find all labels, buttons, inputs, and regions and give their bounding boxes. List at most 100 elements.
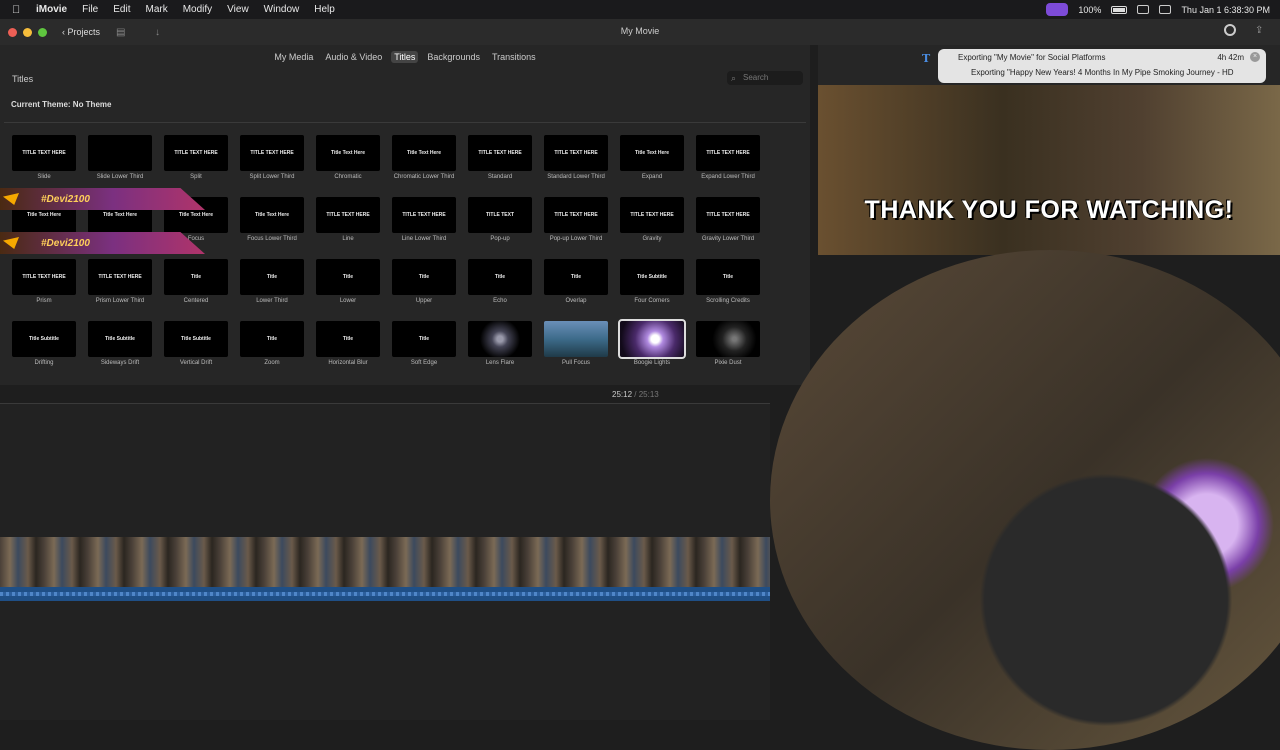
menu-view[interactable]: View (227, 4, 249, 15)
title-tile[interactable]: Title Horizontal Blur (310, 321, 386, 383)
title-tile[interactable]: TITLE TEXT HERE Line Lower Third (386, 197, 462, 259)
title-tile[interactable]: Title Subtitle Four Corners (614, 259, 690, 321)
overlay-handle: #Devi2100 (41, 237, 90, 249)
title-tile[interactable]: Lens Flare (462, 321, 538, 383)
title-label: Centered (183, 298, 209, 304)
title-tile[interactable]: TITLE TEXT HERE Standard (462, 135, 538, 197)
title-tile[interactable]: Title Text Here Focus Lower Third (234, 197, 310, 259)
menu-file[interactable]: File (82, 4, 98, 15)
title-tile[interactable]: TITLE TEXT Pop-up (462, 197, 538, 259)
title-tile[interactable]: TITLE TEXT HERE Standard Lower Third (538, 135, 614, 197)
title-tile[interactable]: Title Text Here Expand (614, 135, 690, 197)
title-label: Upper (415, 298, 433, 304)
title-label: Gravity Lower Third (701, 236, 755, 242)
current-theme: Current Theme: No Theme (11, 100, 112, 109)
title-tile[interactable]: Boogie Lights (614, 319, 690, 383)
title-tile[interactable]: TITLE TEXT HERE Prism (6, 259, 82, 321)
share-icon[interactable]: ⇪ (1255, 25, 1263, 36)
title-label: Lower Third (256, 298, 288, 304)
title-tile[interactable]: Pull Focus (538, 321, 614, 383)
divider (4, 122, 806, 123)
screen-record-icon[interactable] (1046, 3, 1069, 16)
title-label: Split (190, 174, 202, 180)
title-tile[interactable]: TITLE TEXT HERE Gravity (614, 197, 690, 259)
title-thumbnail: TITLE TEXT HERE (620, 197, 684, 233)
title-thumbnail: TITLE TEXT HERE (392, 197, 456, 233)
title-tile[interactable]: Slide Lower Third (82, 135, 158, 197)
menu-help[interactable]: Help (314, 4, 335, 15)
apple-menu-icon[interactable]:  (12, 4, 26, 16)
battery-icon[interactable] (1111, 5, 1128, 14)
title-tile[interactable]: Title Overlap (538, 259, 614, 321)
tab-my-media[interactable]: My Media (271, 51, 316, 63)
menu-mark[interactable]: Mark (145, 4, 167, 15)
title-label: Line Lower Third (401, 236, 447, 242)
title-tile[interactable]: Title Subtitle Vertical Drift (158, 321, 234, 383)
title-tile[interactable]: Title Centered (158, 259, 234, 321)
close-icon[interactable]: × (1250, 52, 1260, 62)
title-tile[interactable]: TITLE TEXT HERE Slide (6, 135, 82, 197)
title-tile[interactable]: TITLE TEXT HERE Split Lower Third (234, 135, 310, 197)
tab-titles[interactable]: Titles (391, 51, 419, 63)
title-tile[interactable]: Title Subtitle Drifting (6, 321, 82, 383)
title-tile[interactable]: Title Zoom (234, 321, 310, 383)
menu-edit[interactable]: Edit (113, 4, 130, 15)
title-label: Expand (641, 174, 663, 180)
title-tile[interactable]: TITLE TEXT HERE Prism Lower Third (82, 259, 158, 321)
title-tile[interactable]: Title Text Here Chromatic (310, 135, 386, 197)
title-tile[interactable]: TITLE TEXT HERE Line (310, 197, 386, 259)
title-label: Pop-up Lower Third (549, 236, 603, 242)
title-thumbnail: Title (392, 321, 456, 357)
title-tile[interactable]: Pixie Dust (690, 321, 766, 383)
title-thumbnail: TITLE TEXT HERE (468, 135, 532, 171)
title-tile[interactable]: TITLE TEXT HERE Expand Lower Third (690, 135, 766, 197)
title-tile[interactable]: TITLE TEXT HERE Split (158, 135, 234, 197)
text-tool-icon[interactable]: T (922, 52, 930, 65)
menu-modify[interactable]: Modify (183, 4, 212, 15)
title-tile[interactable]: Title Soft Edge (386, 321, 462, 383)
title-thumbnail (618, 319, 686, 359)
title-tile[interactable]: Title Lower (310, 259, 386, 321)
title-label: Standard Lower Third (547, 174, 605, 180)
tab-audio-video[interactable]: Audio & Video (322, 51, 385, 63)
title-label: Prism Lower Third (95, 298, 145, 304)
title-tile[interactable]: Title Echo (462, 259, 538, 321)
audio-waveform[interactable] (0, 587, 770, 601)
title-label: Lens Flare (485, 360, 515, 366)
search-input[interactable]: ⌕ Search (727, 71, 803, 85)
clock[interactable]: Thu Jan 1 6:38:30 PM (1181, 5, 1270, 15)
window-title: My Movie (620, 26, 660, 36)
title-tile[interactable]: Title Subtitle Sideways Drift (82, 321, 158, 383)
title-thumbnail: Title Subtitle (88, 321, 152, 357)
overlay-banner: #Devi2100 (0, 188, 205, 210)
title-thumbnail (88, 135, 152, 171)
title-tile[interactable]: Title Lower Third (234, 259, 310, 321)
title-label: Standard (487, 174, 513, 180)
section-title: Titles (12, 74, 34, 84)
title-label: Gravity (642, 236, 662, 242)
title-label: Scrolling Credits (706, 298, 750, 304)
title-thumbnail (544, 321, 608, 357)
youtube-icon (3, 237, 19, 249)
timeline[interactable] (0, 403, 770, 720)
menu-imovie[interactable]: iMovie (36, 4, 67, 15)
title-tile[interactable]: Title Scrolling Credits (690, 259, 766, 321)
title-tile[interactable]: Title Upper (386, 259, 462, 321)
control-center-icon[interactable] (1159, 5, 1172, 14)
menu-window[interactable]: Window (264, 4, 300, 15)
title-thumbnail: Title (544, 259, 608, 295)
export-progress-icon[interactable] (1224, 24, 1236, 36)
tab-backgrounds[interactable]: Backgrounds (424, 51, 483, 63)
export-notification[interactable]: Exporting "My Movie" for Social Platform… (938, 49, 1266, 83)
title-thumbnail: Title Subtitle (12, 321, 76, 357)
title-label: Horizontal Blur (328, 360, 368, 366)
title-tile[interactable]: TITLE TEXT HERE Gravity Lower Third (690, 197, 766, 259)
title-tile[interactable]: Title Text Here Chromatic Lower Third (386, 135, 462, 197)
title-thumbnail: TITLE TEXT HERE (316, 197, 380, 233)
title-tile[interactable]: TITLE TEXT HERE Pop-up Lower Third (538, 197, 614, 259)
battery-percent: 100% (1078, 4, 1102, 15)
video-clip[interactable] (0, 537, 770, 587)
video-viewer[interactable] (818, 85, 1280, 255)
display-icon[interactable] (1137, 5, 1150, 14)
tab-transitions[interactable]: Transitions (489, 51, 539, 63)
